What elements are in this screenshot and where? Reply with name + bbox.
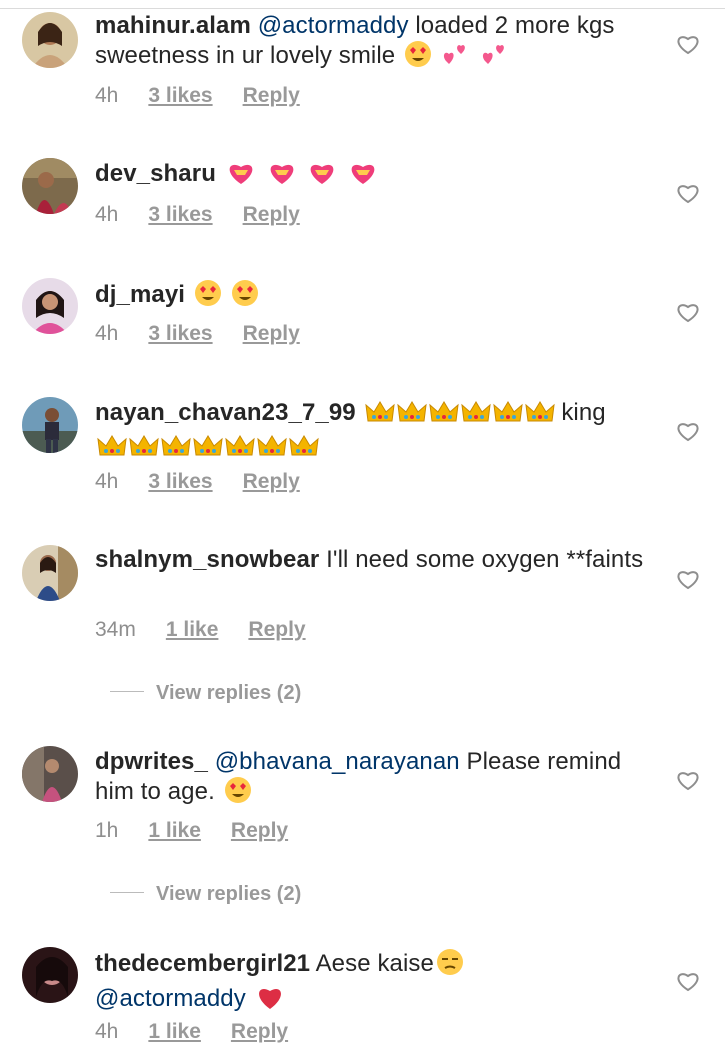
unamused-face-emoji-icon (436, 948, 464, 983)
comment-mention[interactable]: @actormaddy (95, 985, 246, 1012)
comment-meta: 4h 1 like Reply (95, 1020, 288, 1044)
reply-button[interactable]: Reply (231, 1020, 288, 1044)
crown-emoji-icon (364, 399, 395, 432)
crown-emoji-icon (524, 399, 555, 432)
two-hearts-emoji-icon (441, 40, 471, 75)
comment-text: dj_mayi (95, 279, 655, 314)
crown-emoji-icon (193, 433, 223, 466)
comment-username[interactable]: mahinur.alam (95, 12, 251, 39)
comment-body: Aese kaise (310, 950, 434, 977)
crown-emoji-icon (428, 399, 459, 432)
comment-meta: 4h 3 likes Reply (95, 84, 300, 108)
red-heart-emoji-icon (255, 983, 285, 1018)
like-heart-icon[interactable] (676, 970, 700, 992)
top-divider (0, 8, 725, 9)
comment-body: I'll need some oxygen **faints (319, 546, 644, 573)
view-replies-label: View replies (2) (156, 682, 302, 704)
comment-time: 34m (95, 618, 136, 641)
view-replies-label: View replies (2) (156, 883, 302, 905)
view-replies-dash (110, 892, 144, 894)
comment-username[interactable]: shalnym_snowbear (95, 546, 319, 573)
crown-emoji-icon (492, 399, 523, 432)
crown-emoji-icon (97, 433, 127, 466)
comment-text: mahinur.alam @actormaddy loaded 2 more k… (95, 11, 655, 75)
like-heart-icon[interactable] (676, 182, 700, 204)
comment-username[interactable]: dev_sharu (95, 160, 216, 187)
crown-emoji-icon (161, 433, 191, 466)
reply-button[interactable]: Reply (243, 84, 300, 108)
heart-ribbon-emoji-icon (347, 158, 379, 193)
crown-emoji-icon (396, 399, 427, 432)
comment-likes-link[interactable]: 1 like (148, 1020, 201, 1044)
avatar[interactable] (22, 12, 78, 68)
comment-text: shalnym_snowbear I'll need some oxygen *… (95, 545, 655, 574)
avatar[interactable] (22, 397, 78, 453)
view-replies-dash (110, 691, 144, 693)
like-heart-icon[interactable] (676, 33, 700, 55)
comment-likes-link[interactable]: 3 likes (148, 203, 212, 227)
crown-emoji-icon (460, 399, 491, 432)
comment-likes-link[interactable]: 1 like (148, 819, 201, 843)
avatar[interactable] (22, 947, 78, 1003)
comment-time: 4h (95, 470, 119, 493)
comment-meta: 1h 1 like Reply (95, 819, 288, 843)
comment-username[interactable]: thedecembergirl21 (95, 950, 310, 977)
like-heart-icon[interactable] (676, 769, 700, 791)
heart-eyes-emoji-icon (404, 40, 432, 75)
heart-ribbon-emoji-icon (225, 158, 257, 193)
comment-username[interactable]: dpwrites_ (95, 748, 208, 775)
crown-emoji-icon (129, 433, 159, 466)
avatar[interactable] (22, 746, 78, 802)
comment-mention[interactable]: @actormaddy (258, 12, 409, 39)
comment-meta: 4h 3 likes Reply (95, 322, 300, 346)
avatar[interactable] (22, 158, 78, 214)
crown-emoji-icon (289, 433, 319, 466)
avatar[interactable] (22, 278, 78, 334)
comment-text: dev_sharu (95, 158, 655, 193)
reply-button[interactable]: Reply (243, 470, 300, 494)
heart-eyes-emoji-icon (224, 776, 252, 811)
comment-likes-link[interactable]: 3 likes (148, 84, 212, 108)
heart-ribbon-emoji-icon (306, 158, 338, 193)
comment-likes-link[interactable]: 3 likes (148, 470, 212, 494)
avatar[interactable] (22, 545, 78, 601)
comment-text: thedecembergirl21 Aese kaise @actormaddy (95, 948, 655, 1018)
heart-eyes-emoji-icon (231, 279, 259, 314)
comment-mention[interactable]: @bhavana_narayanan (215, 748, 460, 775)
heart-eyes-emoji-icon (194, 279, 222, 314)
comment-text: nayan_chavan23_7_99 king (95, 398, 655, 466)
comment-likes-link[interactable]: 1 like (166, 618, 219, 642)
like-heart-icon[interactable] (676, 301, 700, 323)
comment-time: 4h (95, 84, 119, 107)
heart-ribbon-emoji-icon (266, 158, 298, 193)
crown-emoji-icon (257, 433, 287, 466)
view-replies-button[interactable]: View replies (2) (110, 682, 301, 705)
like-heart-icon[interactable] (676, 420, 700, 442)
comment-meta: 4h 3 likes Reply (95, 203, 300, 227)
comment-text: dpwrites_ @bhavana_narayanan Please remi… (95, 747, 655, 811)
reply-button[interactable]: Reply (243, 203, 300, 227)
reply-button[interactable]: Reply (248, 618, 305, 642)
comment-meta: 4h 3 likes Reply (95, 470, 300, 494)
comment-body: king (561, 399, 606, 426)
comment-meta: 34m 1 like Reply (95, 618, 306, 642)
comment-time: 4h (95, 1020, 119, 1043)
crown-emoji-icon (225, 433, 255, 466)
comment-time: 4h (95, 203, 119, 226)
comment-username[interactable]: dj_mayi (95, 281, 185, 308)
comment-time: 4h (95, 322, 119, 345)
comment-time: 1h (95, 819, 119, 842)
comment-username[interactable]: nayan_chavan23_7_99 (95, 399, 356, 426)
like-heart-icon[interactable] (676, 568, 700, 590)
reply-button[interactable]: Reply (243, 322, 300, 346)
comment-likes-link[interactable]: 3 likes (148, 322, 212, 346)
two-hearts-emoji-icon (480, 40, 510, 75)
view-replies-button[interactable]: View replies (2) (110, 883, 301, 906)
reply-button[interactable]: Reply (231, 819, 288, 843)
